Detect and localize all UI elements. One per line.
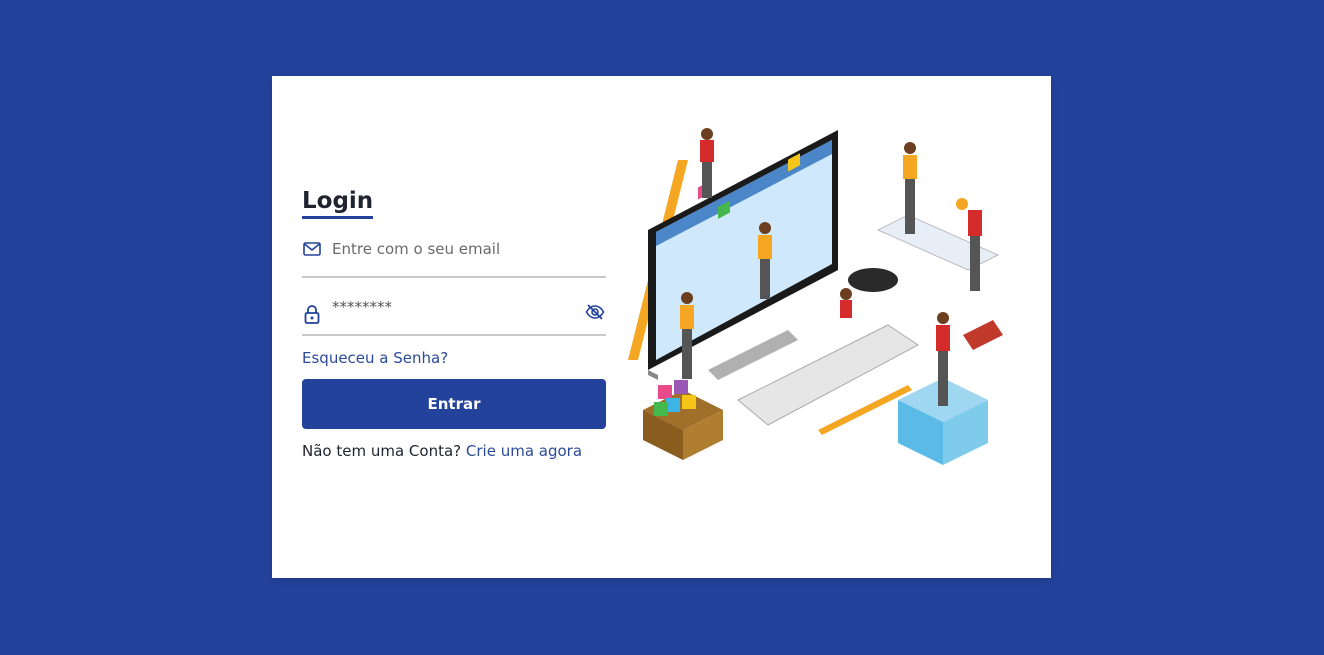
submit-button[interactable]: Entrar: [302, 379, 606, 429]
email-input[interactable]: [332, 238, 606, 260]
password-field-row: [302, 294, 606, 336]
eye-off-icon[interactable]: [584, 302, 606, 322]
login-form: Login Entre com o seu email ******** Esq…: [302, 188, 606, 460]
signup-link[interactable]: Crie uma agora: [466, 442, 582, 460]
forgot-password-link[interactable]: Esqueceu a Senha?: [302, 349, 606, 367]
password-input[interactable]: [332, 296, 584, 318]
login-title: Login: [302, 188, 374, 219]
login-card: Login Entre com o seu email ******** Esq…: [272, 76, 1051, 578]
email-field-row: [302, 236, 606, 278]
lock-icon: [302, 304, 322, 324]
mail-icon: [302, 239, 322, 259]
signup-prompt: Não tem uma Conta?: [302, 442, 462, 460]
team-illustration: [628, 128, 1003, 465]
signup-text: Não tem uma Conta? Crie uma agora: [302, 442, 606, 460]
